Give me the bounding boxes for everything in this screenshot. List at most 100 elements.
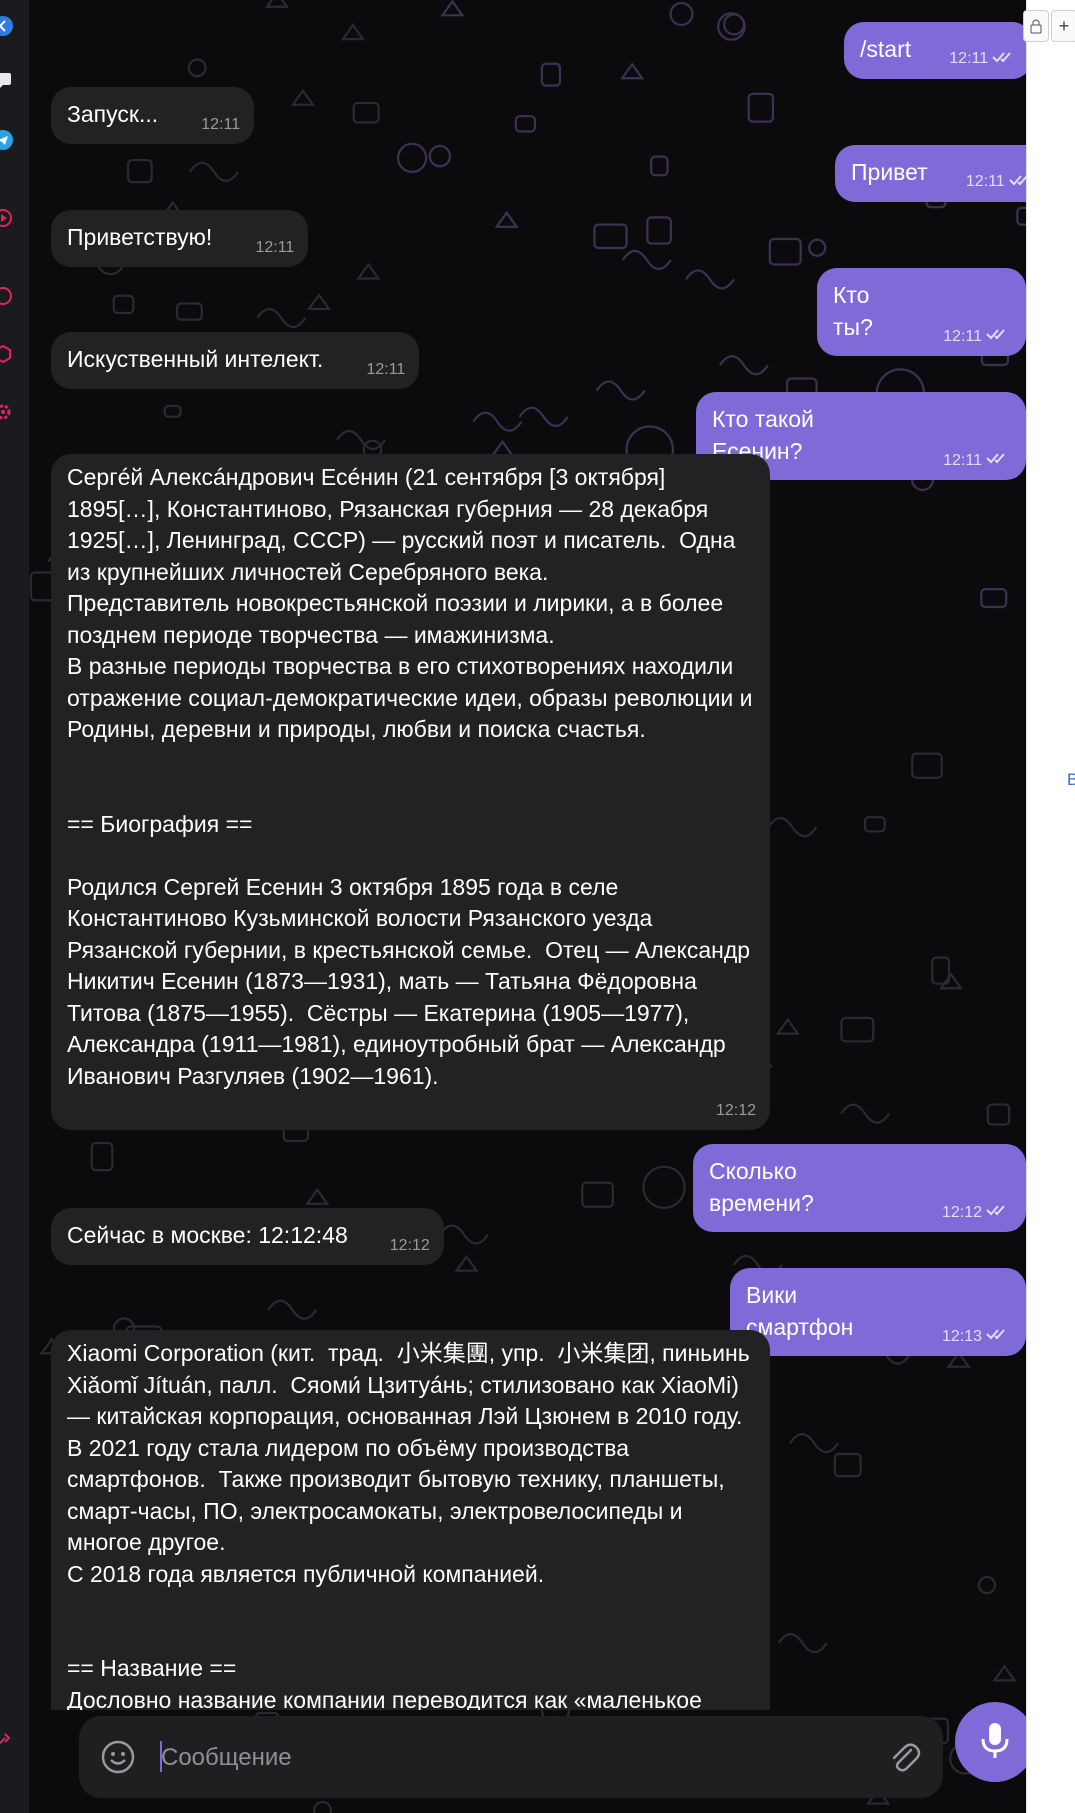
message-out-time-question[interactable]: Сколько времени? 12:12 [693,1144,1026,1232]
plus-label: + [1058,15,1070,36]
doodle-shape [267,1299,318,1320]
message-text: Сергéй Алексáндрович Есéнин (21 сентября… [67,464,753,1089]
doodle-shape [518,406,569,427]
double-check-icon [1008,173,1026,192]
doodle-shape [189,161,239,182]
doodle-shape [980,588,1008,609]
doodle-shape [163,404,182,418]
doodle-shape [428,144,452,168]
message-in-launch[interactable]: Запуск... 12:11 [51,87,255,144]
message-meta: 12:12 [942,1203,1012,1222]
doodle-shape [256,307,307,329]
message-out-who[interactable]: Кто ты? 12:11 [817,268,1026,356]
message-meta: 12:13 [942,1327,1012,1346]
doodle-shape [719,355,769,376]
doodle-shape [313,1800,333,1813]
message-time: 12:13 [941,1327,982,1345]
doodle-shape [808,238,827,257]
video-icon[interactable] [0,286,13,306]
doodle-shape [768,237,802,266]
doodle-shape [840,1103,890,1124]
tool-icon[interactable] [0,1730,13,1750]
double-check-icon [992,50,1018,69]
doodle-shape [175,302,203,321]
chat-area: /start 12:11 Запуск... 12:11 Привет 12:1… [29,0,1026,1813]
doodle-shape [352,101,380,124]
doodle-shape [356,262,381,280]
message-time: 12:11 [255,238,295,256]
message-time: 12:11 [943,327,982,345]
doodle-shape [305,1187,330,1205]
doodle-shape [621,249,672,271]
doodle-shape [986,1103,1011,1126]
message-time: 12:12 [715,1102,756,1119]
message-time: 12:11 [949,50,989,67]
message-meta: 12:11 [943,451,1012,470]
message-time: 12:12 [941,1203,982,1221]
doodle-shape [290,88,316,106]
settings-gear-icon[interactable] [0,402,13,422]
doodle-shape [264,0,290,8]
back-arrow-icon[interactable] [0,16,13,36]
doodle-shape [977,1575,997,1595]
message-out-hello[interactable]: Привет 12:11 [835,145,1026,202]
doodle-shape [593,223,628,250]
double-check-icon [986,1327,1012,1346]
doodle-shape [789,1433,840,1454]
message-in-ai[interactable]: Искуственный интелект. 12:11 [51,332,420,389]
message-meta: 12:12 [716,1102,756,1120]
message-in-time-answer[interactable]: Сейчас в москве: 12:12:48 12:12 [51,1208,444,1265]
message-in-esenin-bio[interactable]: Сергéй Алексáндрович Есéнин (21 сентября… [51,454,770,1130]
browser-sidebar [0,0,30,1813]
doodle-shape [747,92,775,123]
doodle-shape [840,1016,875,1043]
message-time: 12:11 [965,173,1005,190]
doodle-shape [646,216,672,245]
doodle-shape [439,1224,489,1245]
lock-icon[interactable] [1023,10,1049,42]
message-meta: 12:11 [966,173,1026,192]
message-out-start[interactable]: /start 12:11 [844,22,1026,79]
doodle-shape [336,429,386,451]
double-check-icon [986,1203,1012,1222]
doodle-shape [767,817,818,838]
doodle-shape [187,58,207,78]
message-meta: 12:11 [255,239,294,257]
doodle-shape [440,0,465,17]
message-composer [79,1716,943,1798]
doodle-shape [992,1664,1017,1682]
emoji-icon[interactable] [99,1738,137,1776]
message-text: Xiaomi Corporation (кит. трад. 小米集團, упр… [67,1340,750,1710]
message-out-wiki[interactable]: Вики смартфон 12:13 [730,1268,1026,1356]
cube-icon[interactable] [0,344,13,364]
message-time: 12:11 [366,360,406,378]
doodle-shape [669,1,694,27]
message-time: 12:11 [943,451,982,469]
message-meta: 12:11 [366,361,405,379]
telegram-icon[interactable] [0,130,13,150]
message-input[interactable] [159,1736,823,1780]
doodle-shape [777,1633,828,1654]
chat-icon[interactable] [0,70,13,90]
doodle-shape [775,1017,800,1035]
microphone-button[interactable] [955,1702,1026,1782]
double-check-icon [986,327,1012,346]
new-tab-button[interactable]: + [1051,10,1075,42]
message-time: 12:11 [201,115,241,133]
doodle-shape [650,155,669,177]
music-icon[interactable] [0,208,13,228]
message-in-xiaomi[interactable]: Xiaomi Corporation (кит. трад. 小米集團, упр… [51,1330,770,1710]
doodle-shape [938,972,964,990]
message-in-greeting[interactable]: Приветствую! 12:11 [51,210,309,267]
doodle-shape [911,752,943,779]
doodle-shape [396,142,428,174]
doodle-shape [833,1452,862,1478]
doodle-shape [620,62,645,80]
panel-letter: B [1067,770,1075,789]
message-meta: 12:11 [201,116,240,134]
message-time: 12:12 [389,1236,430,1254]
doodle-shape [1016,206,1026,226]
paperclip-icon[interactable] [885,1738,923,1776]
browser-right-panel: + B [1023,0,1075,1813]
microphone-icon [978,1720,1012,1765]
